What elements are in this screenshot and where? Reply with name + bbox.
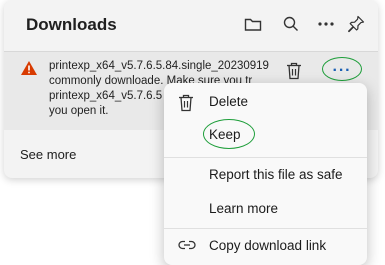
downloads-header: Downloads (4, 0, 378, 50)
delete-trash-icon[interactable] (286, 62, 302, 85)
pin-icon[interactable] (345, 13, 367, 35)
menu-separator (164, 228, 367, 229)
menu-label-report: Report this file as safe (209, 167, 343, 182)
menu-item-learn-more[interactable]: Learn more (164, 194, 367, 224)
link-icon (178, 239, 196, 254)
menu-label-copy-link: Copy download link (209, 238, 327, 253)
more-horizontal-icon[interactable] (315, 13, 337, 35)
menu-item-keep[interactable]: Keep (164, 120, 367, 150)
menu-item-delete[interactable]: Delete (164, 87, 367, 117)
panel-title: Downloads (26, 15, 117, 34)
folder-icon[interactable] (242, 13, 264, 35)
annotation-circle-more (322, 57, 362, 81)
menu-item-report-safe[interactable]: Report this file as safe (164, 160, 367, 190)
annotation-circle-keep (203, 119, 255, 149)
download-filename: printexp_x64_v5.7.6.5.84.single_20230919 (49, 60, 269, 72)
menu-item-copy-link[interactable]: Copy download link (164, 231, 367, 261)
menu-label-learn-more: Learn more (209, 201, 279, 216)
warning-icon (20, 60, 38, 81)
menu-separator (164, 157, 367, 158)
trash-icon (178, 94, 194, 115)
menu-label-delete: Delete (209, 94, 249, 109)
search-icon[interactable] (280, 13, 302, 35)
see-more-link[interactable]: See more (20, 147, 76, 162)
context-menu: Delete Keep Report this file as safe Lea… (164, 83, 367, 265)
